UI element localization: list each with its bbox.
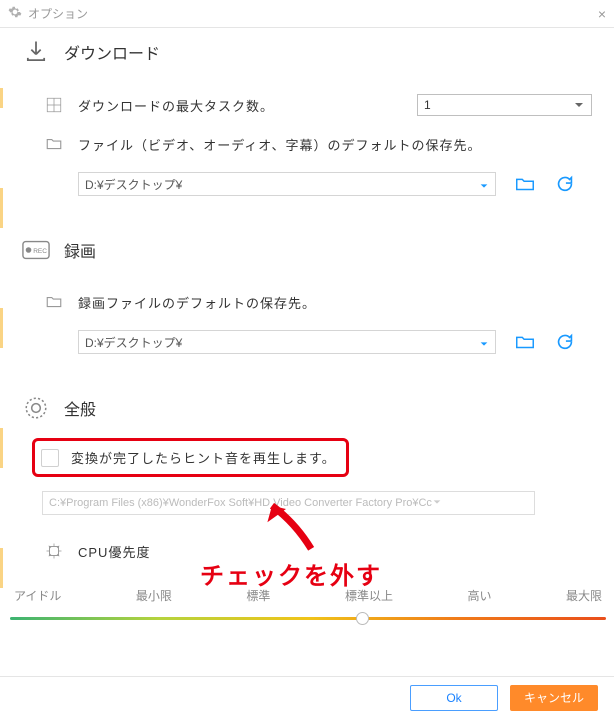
refresh-icon[interactable] xyxy=(554,331,576,353)
section-title-record: 録画 xyxy=(64,238,96,262)
folder-outline-icon xyxy=(44,134,64,154)
browse-folder-icon[interactable] xyxy=(514,331,536,353)
gear-icon xyxy=(8,5,22,22)
priority-low: 最小限 xyxy=(136,587,172,604)
annotation-text: チェックを外す xyxy=(200,556,382,591)
cpu-priority-label: CPU優先度 xyxy=(78,542,150,561)
cancel-button[interactable]: キャンセル xyxy=(510,685,598,711)
record-output-path[interactable]: D:¥デスクトップ¥ xyxy=(78,330,496,354)
chevron-down-icon xyxy=(479,338,489,352)
priority-high: 高い xyxy=(467,587,491,604)
download-icon xyxy=(22,38,50,66)
max-tasks-label: ダウンロードの最大タスク数。 xyxy=(78,96,274,115)
cpu-icon xyxy=(44,541,64,561)
max-tasks-value: 1 xyxy=(424,98,431,112)
download-output-path[interactable]: D:¥デスクトップ¥ xyxy=(78,172,496,196)
slider-track xyxy=(10,617,606,620)
section-download: ダウンロード ダウンロードの最大タスク数。 1 ファイル（ビデオ、オーディオ、字… xyxy=(22,38,592,196)
svg-text:REC: REC xyxy=(33,248,47,255)
hint-sound-label: 変換が完了したらヒント音を再生します。 xyxy=(71,448,336,467)
folder-outline-icon xyxy=(44,292,64,312)
rec-icon: REC xyxy=(22,236,50,264)
chevron-down-icon xyxy=(479,180,489,194)
browse-folder-icon[interactable] xyxy=(514,173,536,195)
hint-sound-highlight: 変換が完了したらヒント音を再生します。 xyxy=(32,438,349,477)
max-tasks-select[interactable]: 1 xyxy=(417,94,592,116)
ok-button[interactable]: Ok xyxy=(410,685,498,711)
chevron-down-icon xyxy=(573,99,585,114)
download-output-label: ファイル（ビデオ、オーディオ、字幕）のデフォルトの保存先。 xyxy=(78,135,482,154)
chevron-down-icon xyxy=(432,497,442,510)
section-title-download: ダウンロード xyxy=(64,40,160,64)
priority-idle: アイドル xyxy=(14,587,61,604)
close-icon[interactable]: × xyxy=(598,6,606,22)
title-bar: オプション × xyxy=(0,0,614,28)
section-record: REC 録画 録画ファイルのデフォルトの保存先。 D:¥デスクトップ¥ xyxy=(22,236,592,354)
record-output-label: 録画ファイルのデフォルトの保存先。 xyxy=(78,293,316,312)
hint-sound-checkbox[interactable] xyxy=(41,449,59,467)
footer: Ok キャンセル xyxy=(0,676,614,718)
refresh-icon[interactable] xyxy=(554,173,576,195)
gear-outline-icon xyxy=(22,394,50,422)
priority-slider[interactable] xyxy=(10,612,606,626)
slider-thumb[interactable] xyxy=(356,612,369,625)
priority-max: 最大限 xyxy=(566,587,602,604)
list-number-icon xyxy=(44,95,64,115)
window-title: オプション xyxy=(28,5,88,22)
section-title-general: 全般 xyxy=(64,396,96,420)
